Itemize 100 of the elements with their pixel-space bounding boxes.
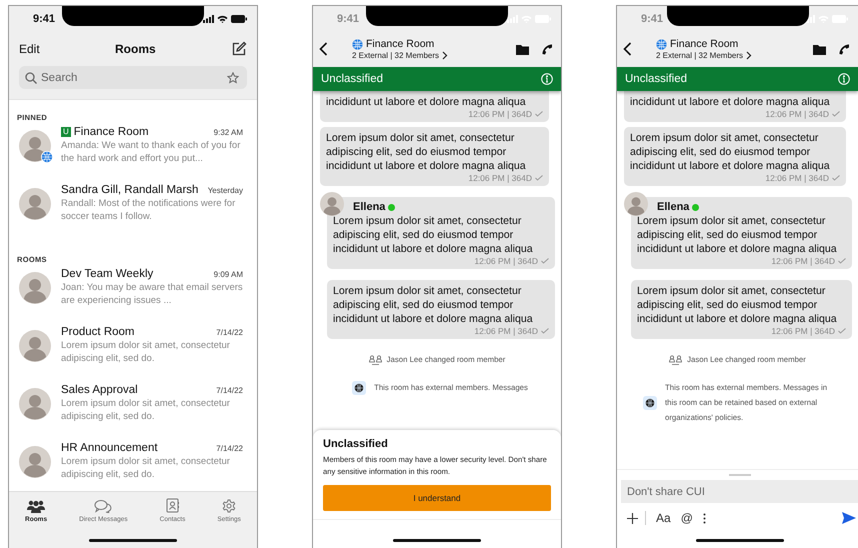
sender-name: Ellena xyxy=(353,201,386,213)
signal-icon xyxy=(507,14,518,22)
message-meta: 12:06 PM | 364D xyxy=(474,256,538,266)
people-icon xyxy=(27,499,46,513)
chevron-right-icon xyxy=(442,51,448,60)
globe-icon xyxy=(352,38,363,50)
room-members-link[interactable]: 2 External | 32 Members xyxy=(352,51,504,60)
search-bar[interactable]: Search xyxy=(19,66,247,89)
globe-icon xyxy=(352,380,366,394)
room-list-item[interactable]: Sales Approval 7/14/22 Lorem ipsum dolor sit amet, consectetur adipiscing elit, sed do. xyxy=(9,384,257,442)
room-preview: Lorem ipsum dolor sit amet, consectetur adipiscing elit, sed do. xyxy=(61,397,231,423)
room-name: HR Announcement xyxy=(61,442,159,454)
chevron-right-icon xyxy=(746,51,752,60)
back-icon[interactable] xyxy=(623,42,632,56)
signal-icon xyxy=(804,14,815,22)
phone-icon[interactable] xyxy=(541,43,553,55)
avatar-icon xyxy=(624,192,648,216)
avatar-icon xyxy=(320,192,344,216)
room-list-item[interactable]: Product Room 7/14/22 Lorem ipsum dolor sit amet, consectetur adipiscing elit, sed do. xyxy=(9,326,257,384)
room-name: Product Room xyxy=(61,326,136,338)
wifi-icon xyxy=(217,14,228,22)
info-icon[interactable] xyxy=(541,73,553,85)
room-list-item[interactable]: HR Announcement 7/14/22 Lorem ipsum dolor sit amet, consectetur adipiscing elit, sed do. xyxy=(9,442,257,491)
message-meta: 12:06 PM | 364D xyxy=(468,173,532,183)
message-text: Lorem ipsum dolor sit amet, consectetur adipiscing elit, sed do eiusmod tempor incididunt ut labore et dolore magna aliqua xyxy=(333,284,534,326)
room-list-item[interactable]: Sandra Gill, Randall Marsh Yesterday Randall: Most of the notifications were for soccer teams I follow. xyxy=(9,184,257,242)
check-icon xyxy=(838,258,846,264)
avatar-icon xyxy=(19,446,51,478)
back-icon[interactable] xyxy=(319,42,328,56)
room-name: Dev Team Weekly xyxy=(61,268,154,280)
message-meta: 12:06 PM | 364D xyxy=(468,109,532,119)
message-input[interactable]: Don't share CUI xyxy=(621,480,858,503)
status-time: 9:41 xyxy=(337,12,360,24)
check-icon xyxy=(832,111,840,117)
message-text: incididunt ut labore et dolore magna aliqua xyxy=(630,95,831,109)
message-text: incididunt ut labore et dolore magna aliqua xyxy=(326,95,527,109)
status-time: 9:41 xyxy=(641,12,664,24)
room-title: Finance Room xyxy=(670,38,738,50)
mention-button[interactable]: @ xyxy=(680,511,693,525)
message-meta: 12:06 PM | 364D xyxy=(771,326,835,336)
avatar-icon xyxy=(19,130,51,162)
plus-icon[interactable] xyxy=(627,512,638,524)
avatar-icon xyxy=(19,388,51,420)
screen-title: Rooms xyxy=(114,42,157,56)
message-meta: 12:06 PM | 364D xyxy=(765,109,829,119)
message-text: Lorem ipsum dolor sit amet, consectetur adipiscing elit, sed do eiusmod tempor incididunt ut labore et dolore magna aliqua xyxy=(637,284,838,326)
globe-icon xyxy=(643,396,657,410)
status-time: 9:41 xyxy=(33,12,56,24)
folder-icon[interactable] xyxy=(813,44,826,54)
message-text: Lorem ipsum dolor sit amet, consectetur adipiscing elit, sed do eiusmod tempor incididunt ut labore et dolore magna aliqua xyxy=(333,214,534,256)
room-name: Finance Room xyxy=(74,126,150,138)
battery-icon xyxy=(231,14,247,22)
room-list-item[interactable]: U Finance Room 9:32 AM Amanda: We want to thank each of you for the hard work and effort you put... xyxy=(9,126,257,184)
send-icon[interactable] xyxy=(842,512,856,524)
search-field[interactable]: Search xyxy=(41,72,223,84)
sender-name: Ellena xyxy=(657,201,690,213)
message-text: Lorem ipsum dolor sit amet, consectetur adipiscing elit, sed do eiusmod tempor incididunt ut labore et dolore magna aliqua xyxy=(637,214,838,256)
people-icon xyxy=(368,354,382,364)
classification-badge: U xyxy=(61,127,71,137)
message-meta: 12:06 PM | 364D xyxy=(771,256,835,266)
room-preview: Lorem ipsum dolor sit amet, consectetur adipiscing elit, sed do. xyxy=(61,339,231,365)
check-icon xyxy=(535,175,543,181)
room-time: 7/14/22 xyxy=(216,444,243,453)
room-preview: Randall: Most of the notifications were for soccer teams I follow. xyxy=(61,197,236,223)
room-preview: Joan: You may be aware that email servers are experiencing issues ... xyxy=(61,281,243,307)
settings-icon xyxy=(222,499,236,513)
room-list-item[interactable]: Dev Team Weekly 9:09 AM Joan: You may be aware that email servers are experiencing issues ... xyxy=(9,268,257,326)
phone-icon[interactable] xyxy=(838,43,850,55)
avatar-icon xyxy=(19,272,51,304)
understand-button[interactable]: I understand xyxy=(323,485,551,511)
message-text: Lorem ipsum dolor sit amet, consectetur adipiscing elit, sed do eiusmod tempor incididunt ut labore et dolore magna aliqua xyxy=(630,131,831,173)
edit-button[interactable]: Edit xyxy=(19,42,40,56)
check-icon xyxy=(535,111,543,117)
room-preview: Amanda: We want to thank each of you for the hard work and effort you put... xyxy=(61,139,242,165)
chat-bubbles-icon xyxy=(94,499,112,513)
room-time: 9:32 AM xyxy=(214,128,243,137)
room-time: 9:09 AM xyxy=(214,270,243,279)
check-icon xyxy=(541,328,549,334)
avatar-icon xyxy=(19,330,51,362)
check-icon xyxy=(541,258,549,264)
check-icon xyxy=(832,175,840,181)
compose-icon[interactable] xyxy=(231,40,247,56)
message-meta: 12:06 PM | 364D xyxy=(765,173,829,183)
info-icon[interactable] xyxy=(838,73,850,85)
star-icon[interactable] xyxy=(227,72,239,84)
signal-icon xyxy=(203,14,214,22)
more-icon[interactable] xyxy=(702,512,706,524)
message-meta: 12:06 PM | 364D xyxy=(474,326,538,336)
search-icon xyxy=(25,72,37,84)
room-members-link[interactable]: 2 External | 32 Members xyxy=(656,51,801,60)
room-time: 7/14/22 xyxy=(216,386,243,395)
format-button[interactable]: Aa xyxy=(656,511,671,525)
room-preview: Lorem ipsum dolor sit amet, consectetur adipiscing elit, sed do. xyxy=(61,455,231,481)
banner-label: Unclassified xyxy=(321,73,383,85)
room-name: Sandra Gill, Randall Marsh xyxy=(61,184,200,196)
contact-card-icon xyxy=(166,498,180,513)
folder-icon[interactable] xyxy=(516,44,529,54)
banner-label: Unclassified xyxy=(625,73,687,85)
sheet-handle xyxy=(728,474,750,476)
globe-icon xyxy=(656,38,667,50)
